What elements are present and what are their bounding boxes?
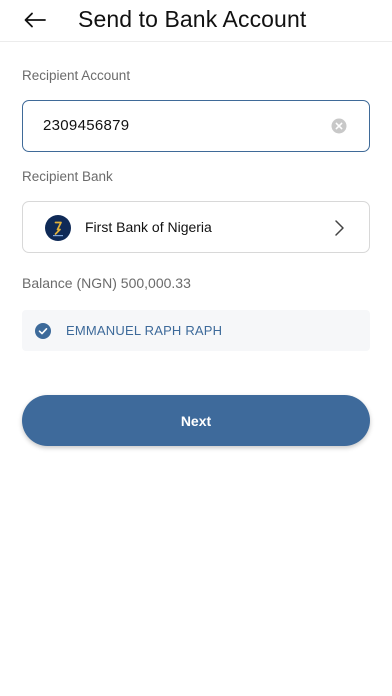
first-bank-logo-icon — [45, 215, 71, 241]
arrow-left-icon — [24, 12, 46, 28]
verified-account-name: EMMANUEL RAPH RAPH — [22, 310, 370, 351]
chevron-right-icon — [335, 220, 344, 236]
page-title: Send to Bank Account — [78, 6, 307, 32]
next-button[interactable]: Next — [22, 395, 370, 446]
account-holder-name: EMMANUEL RAPH RAPH — [66, 323, 223, 338]
clear-button[interactable] — [331, 118, 347, 134]
recipient-account-field[interactable] — [22, 100, 370, 152]
bank-name: First Bank of Nigeria — [85, 219, 212, 235]
send-to-bank-screen: Send to Bank Account Recipient Account R… — [0, 0, 392, 696]
recipient-account-label: Recipient Account — [22, 68, 131, 83]
clear-circle-icon — [331, 118, 347, 134]
recipient-bank-select[interactable]: First Bank of Nigeria — [22, 201, 370, 253]
recipient-account-input[interactable] — [43, 101, 323, 150]
recipient-bank-label: Recipient Bank — [22, 169, 113, 184]
header: Send to Bank Account — [0, 0, 392, 42]
check-circle-icon — [35, 323, 51, 339]
bank-logo-graphic — [53, 221, 63, 237]
balance-text: Balance (NGN) 500,000.33 — [22, 275, 191, 291]
back-button[interactable] — [20, 6, 50, 34]
